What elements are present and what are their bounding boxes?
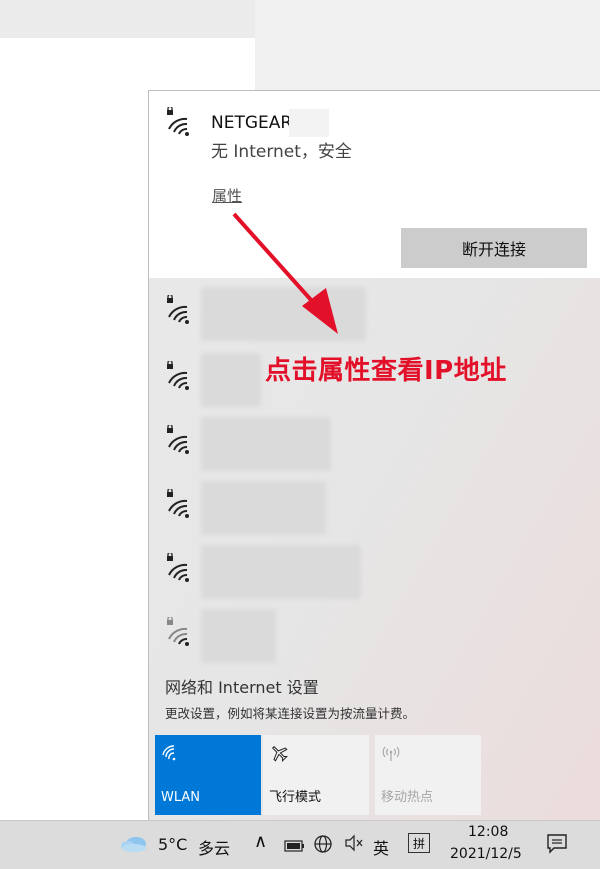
input-language-indicator[interactable]: 英 [373,835,389,859]
globe-network-icon[interactable] [313,834,333,858]
annotation-label: 点击属性查看IP地址 [265,356,507,386]
taskbar: 5°C 多云 ∧ 英 拼 12:08 2021/12/5 [0,820,600,869]
tray-chevron-icon[interactable]: ∧ [254,831,267,852]
weather-condition[interactable]: 多云 [198,835,230,859]
ime-mode-indicator[interactable]: 拼 [408,833,430,853]
speaker-muted-icon[interactable] [343,833,365,857]
battery-icon[interactable] [284,838,306,857]
notification-center-icon[interactable] [545,831,569,859]
clock-date[interactable]: 2021/12/5 [450,846,522,862]
clock-time[interactable]: 12:08 [468,824,508,840]
weather-temperature[interactable]: 5°C [158,835,187,854]
annotation-arrow [232,212,338,334]
cloud-icon[interactable] [118,831,150,859]
